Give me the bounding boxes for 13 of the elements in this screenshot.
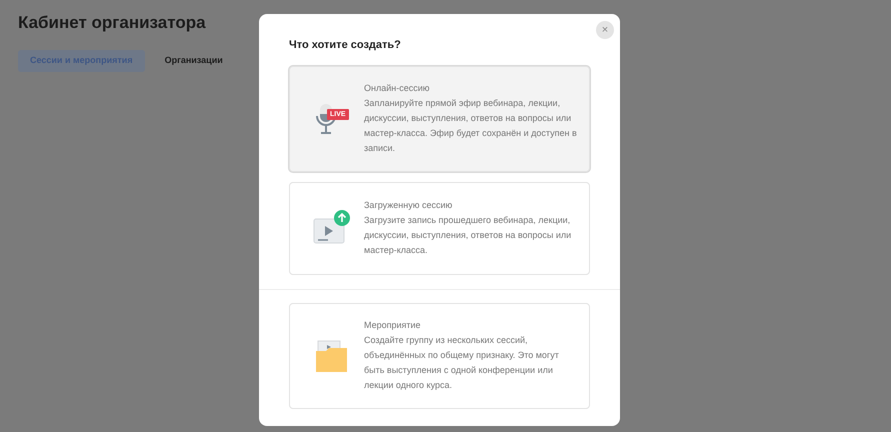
option-card[interactable]: Мероприятие Создайте группу из нескольких сессий, объединённых по общему признаку. Это могут быть выступления с одной конференции или лекции одного курса. (289, 302, 590, 408)
option-description: Запланируйте прямой эфир вебинара, лекции, дискуссии, выступления, ответов на вопросы или мастер-класса. Эфир будет сохранён и доступен в записи. (364, 97, 578, 155)
option-description: Создайте группу из нескольких сессий, объединённых по общему признаку. Это могут быть выступления с одной конференции или лекции одного курса. (364, 334, 560, 392)
option-description: Загрузите запись прошедшего вебинара, лекции, дискуссии, выступления, ответов на вопросы или мастер-класса. (364, 214, 572, 257)
option-title: Загруженную сессию (364, 199, 452, 212)
folder-icon (314, 338, 350, 374)
option-card[interactable]: Загруженную сессию Загрузите запись прошедшего вебинара, лекции, дискуссии, выступления, ответов на вопросы или мастер-класса. (289, 182, 590, 274)
tab[interactable]: Организации (152, 50, 235, 72)
page-title: Кабинет организатора (18, 12, 206, 34)
dialog-title: Что хотите создать? (289, 38, 401, 53)
option-title: Онлайн-сессию (364, 82, 430, 95)
option-title: Мероприятие (364, 319, 421, 332)
close-button[interactable]: × (596, 21, 614, 39)
